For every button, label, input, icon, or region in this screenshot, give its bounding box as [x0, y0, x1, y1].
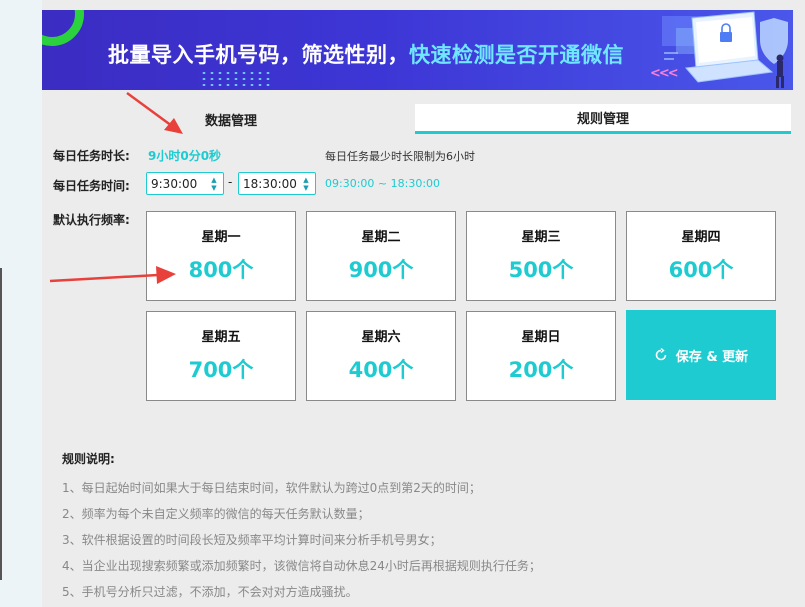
save-update-button[interactable]: 保存 & 更新	[626, 310, 776, 400]
daily-duration-label: 每日任务时长:	[53, 149, 130, 163]
day-card-saturday[interactable]: 星期六 400个	[306, 311, 456, 401]
day-card-friday[interactable]: 星期五 700个	[146, 311, 296, 401]
day-name: 星期六	[361, 330, 401, 345]
daily-duration-hint: 每日任务最少时长限制为6小时	[325, 150, 475, 163]
rule-item: 5、手机号分析只过滤，不添加，不会对对方造成骚扰。	[62, 585, 358, 599]
banner-ring-decoration	[42, 10, 84, 46]
spin-up-icon[interactable]: ▲	[211, 176, 216, 184]
day-count: 600个	[668, 258, 734, 282]
day-name: 星期一	[201, 230, 241, 245]
day-card-thursday[interactable]: 星期四 600个	[626, 211, 776, 301]
spin-up-icon[interactable]: ▲	[303, 176, 308, 184]
left-panel-border	[0, 268, 2, 580]
day-name: 星期日	[521, 330, 561, 345]
time-range-display: 09:30:00 ~ 18:30:00	[325, 177, 441, 190]
banner-title-highlight: 快速检测是否开通微信	[409, 43, 624, 67]
rule-item: 2、频率为每个未自定义频率的微信的每天任务默认数量；	[62, 507, 370, 521]
rule-item: 1、每日起始时间如果大于每日结束时间，软件默认为跨过0点到第2天的时间；	[62, 481, 481, 495]
rule-item: 4、当企业出现搜索频繁或添加频繁时，该微信将自动休息24小时后再根据规则执行任务…	[62, 559, 541, 573]
rules-title: 规则说明:	[62, 452, 115, 466]
banner-dots-decoration	[200, 70, 270, 86]
start-time-input[interactable]: 9:30:00 ▲ ▼	[146, 172, 224, 195]
time-separator: -	[228, 175, 233, 189]
day-card-tuesday[interactable]: 星期二 900个	[306, 211, 456, 301]
tab-data-management[interactable]: 数据管理	[128, 104, 334, 134]
day-name: 星期五	[201, 330, 241, 345]
refresh-icon	[655, 348, 667, 361]
left-panel-strip	[0, 0, 42, 607]
spin-down-icon[interactable]: ▼	[303, 184, 308, 192]
save-update-label: 保存 & 更新	[675, 349, 749, 365]
day-name: 星期二	[361, 230, 401, 245]
end-time-spinner[interactable]: ▲ ▼	[300, 176, 312, 192]
banner-title-main: 批量导入手机号码，筛选性别，	[108, 43, 409, 67]
daily-time-label: 每日任务时间:	[53, 179, 130, 193]
promo-banner: 批量导入手机号码，筛选性别，快速检测是否开通微信 <<<	[42, 10, 793, 90]
rule-item: 3、软件根据设置的时间段长短及频率平均计算时间来分析手机号男女；	[62, 533, 442, 547]
daily-duration-value: 9小时0分0秒	[148, 149, 222, 163]
day-card-sunday[interactable]: 星期日 200个	[466, 311, 616, 401]
banner-title: 批量导入手机号码，筛选性别，快速检测是否开通微信	[108, 39, 624, 69]
day-name: 星期三	[521, 230, 561, 245]
tab-rule-management[interactable]: 规则管理	[415, 104, 791, 134]
end-time-value: 18:30:00	[243, 176, 297, 191]
start-time-spinner[interactable]: ▲ ▼	[208, 176, 220, 192]
day-name: 星期四	[681, 230, 721, 245]
frequency-label: 默认执行频率:	[53, 213, 130, 227]
day-count: 900个	[348, 258, 414, 282]
spin-down-icon[interactable]: ▼	[211, 184, 216, 192]
end-time-input[interactable]: 18:30:00 ▲ ▼	[238, 172, 316, 195]
day-count: 400个	[348, 358, 414, 382]
day-card-wednesday[interactable]: 星期三 500个	[466, 211, 616, 301]
rule-management-page: 批量导入手机号码，筛选性别，快速检测是否开通微信 <<< 数据管理 规则管理 每…	[0, 0, 805, 607]
day-count: 800个	[188, 258, 254, 282]
security-laptop-illustration	[662, 11, 788, 88]
day-card-monday[interactable]: 星期一 800个	[146, 211, 296, 301]
day-count: 500个	[508, 258, 574, 282]
start-time-value: 9:30:00	[151, 176, 198, 191]
day-count: 700个	[188, 358, 254, 382]
day-count: 200个	[508, 358, 574, 382]
